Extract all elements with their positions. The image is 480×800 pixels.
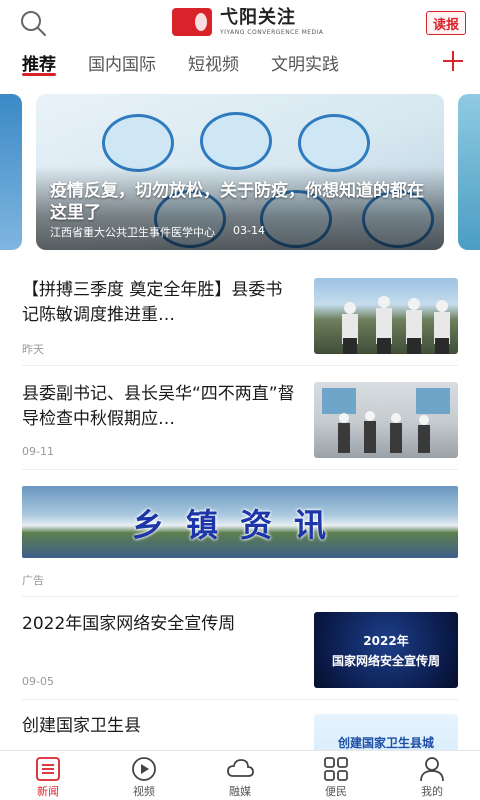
grid-icon (324, 757, 348, 781)
people-photo-icon (342, 296, 450, 354)
slide-title: 疫情反复，切勿放松，关于防疫，你想知道的都在这里了 (50, 181, 424, 223)
news-item[interactable]: 县委副书记、县长吴华“四不两直”督导检查中秋假期应… 09-11 (22, 382, 458, 470)
news-time: 09-11 (22, 445, 54, 458)
office-photo-icon (322, 388, 450, 453)
handwash-step-illustration (102, 114, 174, 172)
handwash-step-illustration (200, 112, 272, 170)
nav-label: 我的 (421, 785, 443, 798)
news-item[interactable]: 2022年国家网络安全宣传周 09-05 2022年 国家网络安全宣传周 (22, 612, 458, 700)
ad-banner-text: 乡镇资讯 (131, 506, 348, 544)
carousel-active-slide[interactable]: 疫情反复，切勿放松，关于防疫，你想知道的都在这里了 江西省重大公共卫生事件医学中… (36, 94, 444, 250)
nav-label: 视频 (133, 785, 155, 798)
news-thumbnail (314, 278, 458, 354)
logo-subtitle: YIYANG CONVERGENCE MEDIA (220, 28, 324, 36)
add-channel-button[interactable] (440, 46, 466, 76)
nav-services[interactable]: 便民 (288, 751, 384, 800)
news-time: 09-05 (22, 675, 54, 688)
ad-divider (22, 596, 458, 597)
news-list-icon (36, 757, 60, 781)
play-icon (132, 757, 156, 781)
slide-date: 03-14 (233, 224, 265, 237)
news-thumbnail: 2022年 国家网络安全宣传周 (314, 612, 458, 688)
news-item[interactable]: 【拼搏三季度 奠定全年胜】县委书记陈敏调度推进重… 昨天 (22, 278, 458, 366)
tab-short-video[interactable]: 短视频 (188, 44, 239, 80)
news-time: 昨天 (22, 343, 44, 356)
nav-news[interactable]: 新闻 (0, 751, 96, 800)
thumbnail-text-bottom: 国家网络安全宣传周 (331, 654, 440, 668)
logo-title: 弋阳关注 (220, 6, 296, 28)
nav-profile[interactable]: 我的 (384, 751, 480, 800)
news-thumbnail: 创建国家卫生县城 (314, 714, 458, 750)
news-title: 【拼搏三季度 奠定全年胜】县委书记陈敏调度推进重… (22, 280, 283, 325)
cloud-icon (227, 759, 254, 777)
channel-tabs: 推荐 国内国际 短视频 文明实践 (0, 44, 480, 80)
nav-label: 便民 (325, 785, 347, 798)
carousel-prev-slide[interactable] (0, 94, 22, 250)
app-header: 弋阳关注 YIYANG CONVERGENCE MEDIA 读报 (0, 0, 480, 44)
news-item[interactable]: 创建国家卫生县 创建国家卫生县城 (22, 714, 458, 750)
handwash-step-illustration (298, 114, 370, 172)
thumbnail-text: 创建国家卫生县城 (337, 736, 434, 750)
user-icon (420, 757, 444, 782)
tab-civilization-practice[interactable]: 文明实践 (271, 44, 339, 80)
news-title: 县委副书记、县长吴华“四不两直”督导检查中秋假期应… (22, 384, 295, 429)
nav-video[interactable]: 视频 (96, 751, 192, 800)
nav-label: 新闻 (37, 785, 59, 798)
tab-domestic-international[interactable]: 国内国际 (88, 44, 156, 80)
slide-source: 江西省重大公共卫生事件医学中心 (50, 226, 215, 239)
news-title: 2022年国家网络安全宣传周 (22, 614, 236, 634)
app-logo: 弋阳关注 YIYANG CONVERGENCE MEDIA (172, 6, 324, 38)
plus-icon (443, 51, 463, 71)
read-newspaper-button[interactable]: 读报 (425, 11, 466, 35)
news-title: 创建国家卫生县 (22, 716, 141, 736)
news-thumbnail (314, 382, 458, 458)
bottom-navigation: 新闻 视频 融媒 便民 我的 (0, 750, 480, 800)
nav-label: 融媒 (229, 785, 251, 798)
ad-banner[interactable]: 乡镇资讯 (22, 486, 458, 558)
carousel-next-slide[interactable] (458, 94, 480, 250)
logo-mark-icon (172, 8, 212, 36)
search-button[interactable] (18, 8, 48, 38)
slide-meta: 江西省重大公共卫生事件医学中心 03-14 (50, 224, 265, 240)
search-icon (21, 11, 46, 36)
thumbnail-text-top: 2022年 (363, 634, 409, 648)
ad-label: 广告 (22, 574, 44, 587)
banner-carousel[interactable]: 疫情反复，切勿放松，关于防疫，你想知道的都在这里了 江西省重大公共卫生事件医学中… (0, 90, 480, 252)
tab-recommend[interactable]: 推荐 (22, 44, 56, 80)
nav-media[interactable]: 融媒 (192, 751, 288, 800)
